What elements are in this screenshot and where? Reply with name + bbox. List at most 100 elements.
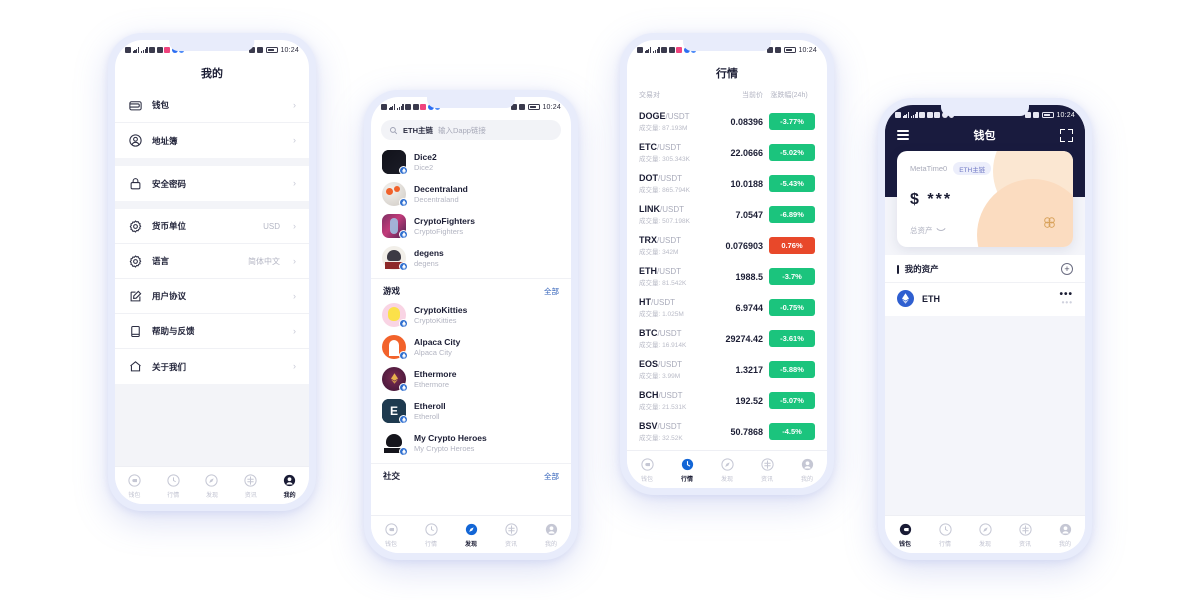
search-input[interactable]: ETH主链 输入Dapp链接 — [381, 120, 561, 140]
table-row[interactable]: BTC/USDT 成交量: 16.914K 29274.42 -3.61% — [627, 323, 827, 354]
pair-cell: LINK/USDT 成交量: 507.198K — [639, 204, 707, 225]
status-bar-right: 10:24 — [766, 47, 817, 54]
tab-mine[interactable]: 我的 — [270, 473, 309, 499]
assets-section-header: 我的资产 + — [885, 255, 1085, 283]
pair-volume: 成交量: 87.193M — [639, 125, 688, 132]
table-row[interactable]: BCH/USDT 成交量: 21.531K 192.52 -5.07% — [627, 385, 827, 416]
section-more-link[interactable]: 全部 — [544, 471, 559, 482]
table-row[interactable]: BSV/USDT 成交量: 32.52K 50.7868 -4.5% — [627, 416, 827, 447]
discover-scroll[interactable]: ETH主链 输入Dapp链接 Dice2 Dice2 Decentraland … — [371, 117, 571, 515]
tab-wallet[interactable]: 钱包 — [371, 522, 411, 548]
tab-mine[interactable]: 我的 — [1045, 522, 1085, 548]
sidebar-item-address-book[interactable]: 地址簿 › — [115, 123, 309, 158]
eye-toggle-icon[interactable] — [935, 226, 946, 235]
compass-tab-icon — [720, 457, 735, 472]
sim-icon — [895, 112, 901, 118]
tab-mine[interactable]: 我的 — [531, 522, 571, 548]
tab-mine[interactable]: 我的 — [787, 457, 827, 483]
bottom-tab-bar[interactable]: 钱包 行情 发现 资讯 我的 — [115, 466, 309, 504]
bottom-tab-bar[interactable]: 钱包 行情 发现 资讯 我的 — [885, 515, 1085, 553]
sidebar-item-security-password[interactable]: 安全密码 › — [115, 166, 309, 201]
table-row[interactable]: LINK/USDT 成交量: 507.198K 7.0547 -6.89% — [627, 199, 827, 230]
table-row[interactable]: DOGE/USDT 成交量: 87.193M 0.08396 -3.77% — [627, 106, 827, 137]
list-item[interactable]: degens degens — [371, 242, 571, 274]
tab-label: 我的 — [283, 492, 296, 499]
market-table[interactable]: DOGE/USDT 成交量: 87.193M 0.08396 -3.77% ETC/US… — [627, 106, 827, 450]
pair-cell: DOT/USDT 成交量: 865.794K — [639, 173, 707, 194]
tab-discover[interactable]: 发现 — [965, 522, 1005, 548]
table-row[interactable]: ETC/USDT 成交量: 305.343K 22.0666 -5.02% — [627, 137, 827, 168]
section-header-games: 游戏 全部 — [371, 278, 571, 299]
table-row[interactable]: DOT/USDT 成交量: 865.794K 10.0188 -5.43% — [627, 168, 827, 199]
compass-tab-icon — [978, 522, 993, 537]
pair-volume: 成交量: 342M — [639, 249, 679, 256]
pair-cell: BTC/USDT 成交量: 16.914K — [639, 328, 707, 349]
tab-wallet[interactable]: 钱包 — [885, 522, 925, 548]
list-item[interactable]: My Crypto Heroes My Crypto Heroes — [371, 427, 571, 459]
list-item[interactable]: Ethermore Ethermore — [371, 363, 571, 395]
tab-wallet[interactable]: 钱包 — [115, 473, 154, 499]
status-bar-right: 10:24 — [248, 47, 299, 54]
column-header-price: 当前价 — [742, 92, 763, 99]
sidebar-item-about-us[interactable]: 关于我们 › — [115, 349, 309, 384]
tab-discover[interactable]: 发现 — [451, 522, 491, 548]
pair-quote: /USDT — [658, 174, 682, 183]
dapp-top-list: Dice2 Dice2 Decentraland Decentraland Cr… — [371, 146, 571, 274]
sidebar-item-currency-unit[interactable]: 货币单位 USD › — [115, 209, 309, 244]
tab-news[interactable]: 资讯 — [231, 473, 270, 499]
list-item[interactable]: CryptoKitties CryptoKitties — [371, 299, 571, 331]
sidebar-item-user-agreement[interactable]: 用户协议 › — [115, 279, 309, 314]
pair-quote: /USDT — [657, 236, 681, 245]
list-item[interactable]: Alpaca City Alpaca City — [371, 331, 571, 363]
section-more-link[interactable]: 全部 — [544, 286, 559, 297]
list-item[interactable]: ETH ••• ••• — [885, 283, 1085, 316]
dapp-text: CryptoKitties CryptoKitties — [414, 305, 560, 325]
eth-badge-icon — [399, 383, 408, 392]
table-row[interactable]: HT/USDT 成交量: 1.025M 6.9744 -0.75% — [627, 292, 827, 323]
tab-label: 我的 — [1058, 541, 1071, 548]
chevron-right-icon: › — [293, 220, 296, 231]
tab-label: 钱包 — [898, 541, 911, 548]
list-item[interactable]: E Etheroll Etheroll — [371, 395, 571, 427]
dapp-name: CryptoFighters — [414, 216, 475, 226]
scan-icon[interactable] — [1060, 128, 1073, 142]
asset-menu[interactable]: ••• ••• — [1059, 289, 1073, 306]
tab-market[interactable]: 行情 — [925, 522, 965, 548]
pair-volume: 成交量: 32.52K — [639, 435, 683, 442]
pair-price: 7.0547 — [735, 209, 763, 220]
list-item[interactable]: CryptoFighters CryptoFighters — [371, 210, 571, 242]
sidebar-item-wallet[interactable]: 钱包 › — [115, 88, 309, 123]
balance-card[interactable]: MetaTime0 ETH主链 $ *** 总资产 — [897, 151, 1073, 247]
compass-tab-icon — [464, 522, 479, 537]
chain-badge: ETH主链 — [953, 162, 992, 175]
sidebar-item-language[interactable]: 语言 简体中文 › — [115, 244, 309, 279]
wifi-icon — [140, 47, 148, 53]
tab-market[interactable]: 行情 — [154, 473, 193, 499]
add-asset-button[interactable]: + — [1061, 263, 1073, 275]
table-row[interactable]: TRX/USDT 成交量: 342M 0.076903 0.76% — [627, 230, 827, 261]
table-row[interactable]: EOS/USDT 成交量: 3.99M 1.3217 -5.88% — [627, 354, 827, 385]
pair-change-badge: -3.61% — [769, 330, 815, 347]
tab-news[interactable]: 资讯 — [747, 457, 787, 483]
tab-news[interactable]: 资讯 — [1005, 522, 1045, 548]
bottom-tab-bar[interactable]: 钱包 行情 发现 资讯 我的 — [627, 450, 827, 488]
sidebar-item-help-feedback[interactable]: 帮助与反馈 › — [115, 314, 309, 349]
list-item[interactable]: Decentraland Decentraland — [371, 178, 571, 210]
pair-change-badge: -3.7% — [769, 268, 815, 285]
tab-discover[interactable]: 发现 — [707, 457, 747, 483]
search-icon — [389, 126, 398, 135]
total-assets-row[interactable]: 总资产 — [910, 225, 1060, 236]
more-icon[interactable]: ••• — [1059, 289, 1073, 299]
tab-news[interactable]: 资讯 — [491, 522, 531, 548]
bottom-tab-bar[interactable]: 钱包 行情 发现 资讯 我的 — [371, 515, 571, 553]
tab-discover[interactable]: 发现 — [193, 473, 232, 499]
signal-icon — [388, 104, 396, 110]
tab-market[interactable]: 行情 — [411, 522, 451, 548]
table-row[interactable]: ETH/USDT 成交量: 81.542K 1988.5 -3.7% — [627, 261, 827, 292]
settings-list[interactable]: 钱包 › 地址簿 › 安全密码 › 货币单位 USD › 语言 简体中文 › 用… — [115, 88, 309, 466]
search-placeholder: 输入Dapp链接 — [438, 125, 486, 135]
tab-market[interactable]: 行情 — [667, 457, 707, 483]
tab-wallet[interactable]: 钱包 — [627, 457, 667, 483]
list-item[interactable]: Dice2 Dice2 — [371, 146, 571, 178]
menu-icon[interactable] — [897, 128, 909, 142]
